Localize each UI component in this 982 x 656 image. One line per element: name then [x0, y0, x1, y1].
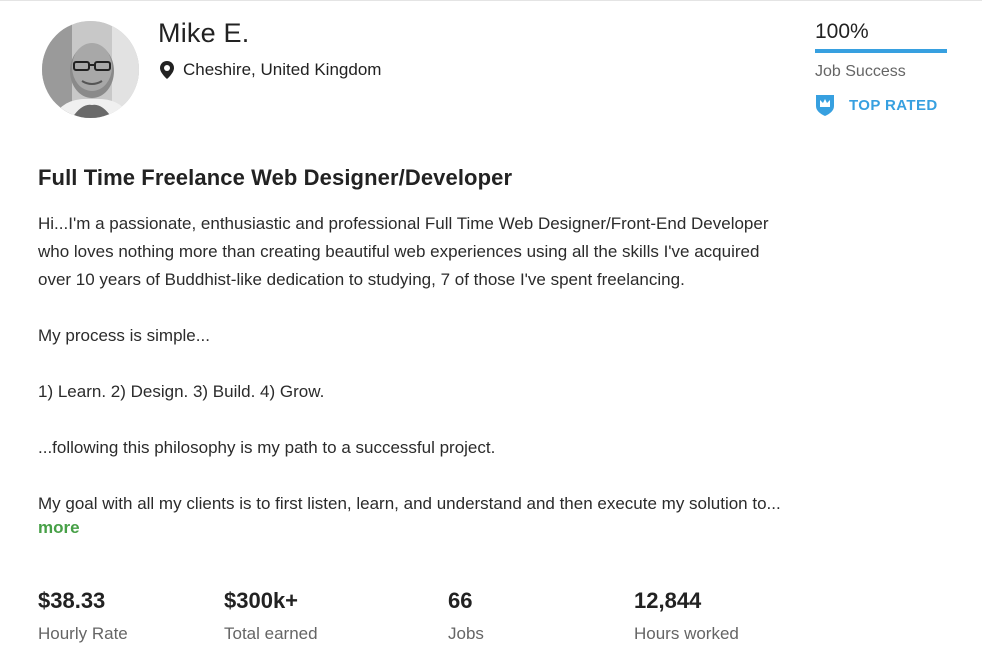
- stat-hourly-rate: $38.33 Hourly Rate: [38, 588, 128, 644]
- stat-label: Hours worked: [634, 624, 739, 643]
- avatar-photo: [42, 21, 139, 118]
- overview-paragraph: 1) Learn. 2) Design. 3) Build. 4) Grow.: [38, 382, 325, 401]
- profile-location: Cheshire, United Kingdom: [160, 60, 381, 80]
- top-rated-label: TOP RATED: [849, 96, 938, 114]
- stat-hours-worked: 12,844 Hours worked: [634, 588, 739, 644]
- top-divider: [0, 0, 982, 1]
- overview-paragraph: My goal with all my clients is to first …: [38, 494, 781, 513]
- avatar[interactable]: [42, 21, 139, 118]
- stat-jobs: 66 Jobs: [448, 588, 484, 644]
- top-rated-shield-icon: [815, 94, 835, 116]
- top-rated-badge[interactable]: TOP RATED: [815, 94, 938, 116]
- more-link[interactable]: more: [38, 518, 80, 538]
- stat-value: $38.33: [38, 588, 106, 613]
- profile-title: Full Time Freelance Web Designer/Develop…: [38, 165, 513, 190]
- stat-total-earned: $300k+ Total earned: [224, 588, 318, 644]
- stat-value: $300k+: [224, 588, 299, 613]
- stat-label: Hourly Rate: [38, 624, 128, 643]
- job-success-widget: 100% Job Success TOP RATED: [815, 20, 947, 116]
- overview-line: over 10 years of Buddhist-like dedicatio…: [38, 270, 685, 289]
- job-success-label: Job Success: [815, 63, 906, 80]
- profile-overview: Hi...I'm a passionate, enthusiastic and …: [38, 210, 953, 518]
- overview-paragraph: My process is simple...: [38, 326, 210, 345]
- location-text: Cheshire, United Kingdom: [183, 60, 382, 79]
- job-success-value: 100%: [815, 20, 869, 43]
- stat-label: Total earned: [224, 624, 318, 643]
- job-success-bar: [815, 49, 947, 53]
- stat-value: 66: [448, 588, 473, 613]
- overview-line: who loves nothing more than creating bea…: [38, 242, 760, 261]
- job-success-bar-fill: [815, 49, 947, 53]
- stat-label: Jobs: [448, 624, 484, 643]
- overview-line: Hi...I'm a passionate, enthusiastic and …: [38, 214, 769, 233]
- map-pin-icon: [160, 61, 174, 79]
- profile-name: Mike E.: [158, 18, 250, 48]
- overview-paragraph: ...following this philosophy is my path …: [38, 438, 496, 457]
- stat-value: 12,844: [634, 588, 702, 613]
